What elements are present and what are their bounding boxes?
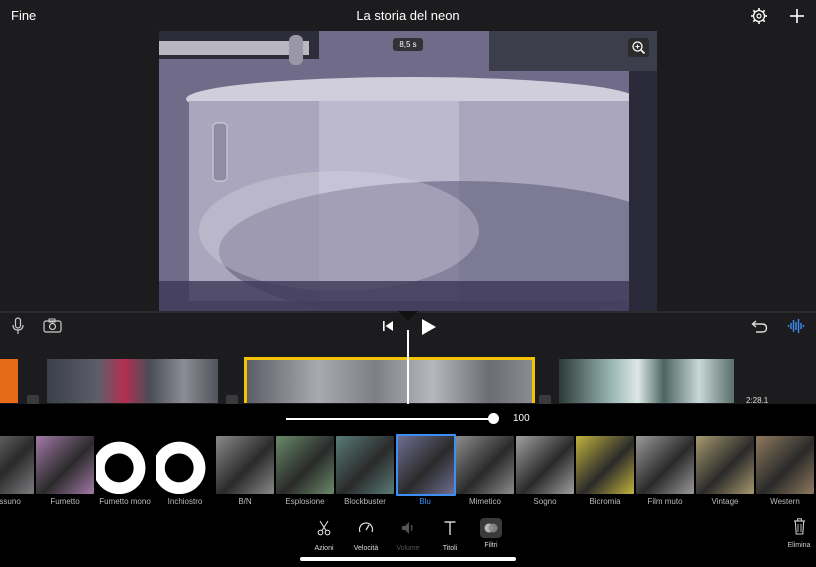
tab-filtri-label: Filtri [484, 542, 498, 549]
home-indicator [300, 557, 516, 561]
settings-gear-icon[interactable] [750, 7, 768, 25]
filter-thumbnail[interactable] [696, 436, 754, 494]
tab-velocita-label: Velocità [353, 545, 379, 552]
delete-button[interactable]: Elimina [784, 518, 814, 549]
skip-to-start-icon[interactable] [382, 320, 394, 332]
tab-volume-label: Volume [396, 545, 420, 552]
filter-thumbnail[interactable] [516, 436, 574, 494]
microphone-icon[interactable] [11, 317, 25, 335]
trash-icon [793, 518, 805, 535]
audio-waveform-icon[interactable] [787, 318, 806, 334]
tab-titoli-label: Titoli [442, 545, 458, 552]
play-icon[interactable] [421, 318, 437, 336]
timeline-clip[interactable] [0, 359, 18, 403]
filter-thumbnail[interactable] [396, 434, 456, 496]
tab-velocita[interactable]: Velocità [346, 520, 386, 552]
video-preview[interactable] [159, 31, 657, 311]
delete-label: Elimina [787, 542, 811, 549]
filter-thumbnail[interactable] [216, 436, 274, 494]
filter-thumbnail[interactable] [636, 436, 694, 494]
filter-label: Western [770, 497, 800, 506]
speedometer-icon [358, 522, 374, 533]
scissors-icon [317, 520, 331, 536]
timeline-clip[interactable] [559, 359, 734, 403]
tab-filtri[interactable]: Filtri [471, 518, 511, 549]
undo-icon[interactable] [751, 318, 768, 334]
filters-circles-icon [484, 523, 498, 533]
filter-thumbnail[interactable] [96, 436, 154, 494]
filter-thumbnail[interactable] [36, 436, 94, 494]
timeline-clip[interactable] [47, 359, 218, 403]
tab-azioni-label: Azioni [314, 545, 334, 552]
filter-thumbnail[interactable] [156, 436, 214, 494]
filter-intensity-value: 100 [513, 413, 530, 424]
clip-duration-badge: 8,5 s [393, 38, 423, 51]
filter-thumbnail[interactable] [756, 436, 814, 494]
camera-icon[interactable] [43, 318, 62, 333]
add-media-plus-icon[interactable] [788, 7, 806, 25]
filter-thumbnail[interactable] [576, 436, 634, 494]
video-frame-image [159, 31, 657, 311]
playhead[interactable] [407, 330, 409, 406]
filter-thumbnail[interactable] [336, 436, 394, 494]
filters-selected-box [480, 518, 502, 538]
tab-titoli[interactable]: Titoli [430, 520, 470, 552]
project-title: La storia del neon [356, 8, 460, 23]
tab-volume: Volume [388, 520, 428, 552]
zoom-icon[interactable] [628, 38, 649, 57]
text-t-icon [444, 521, 456, 535]
playhead-marker [398, 311, 418, 321]
speaker-icon [402, 522, 413, 534]
filter-thumbnail[interactable] [456, 436, 514, 494]
filter-intensity-knob[interactable] [488, 413, 499, 424]
filter-thumbnail[interactable] [276, 436, 334, 494]
timeline-clip-selected[interactable] [244, 357, 535, 403]
filter-thumbnail[interactable] [0, 436, 34, 494]
tab-azioni[interactable]: Azioni [304, 520, 344, 552]
filter-intensity-track[interactable] [286, 418, 494, 420]
